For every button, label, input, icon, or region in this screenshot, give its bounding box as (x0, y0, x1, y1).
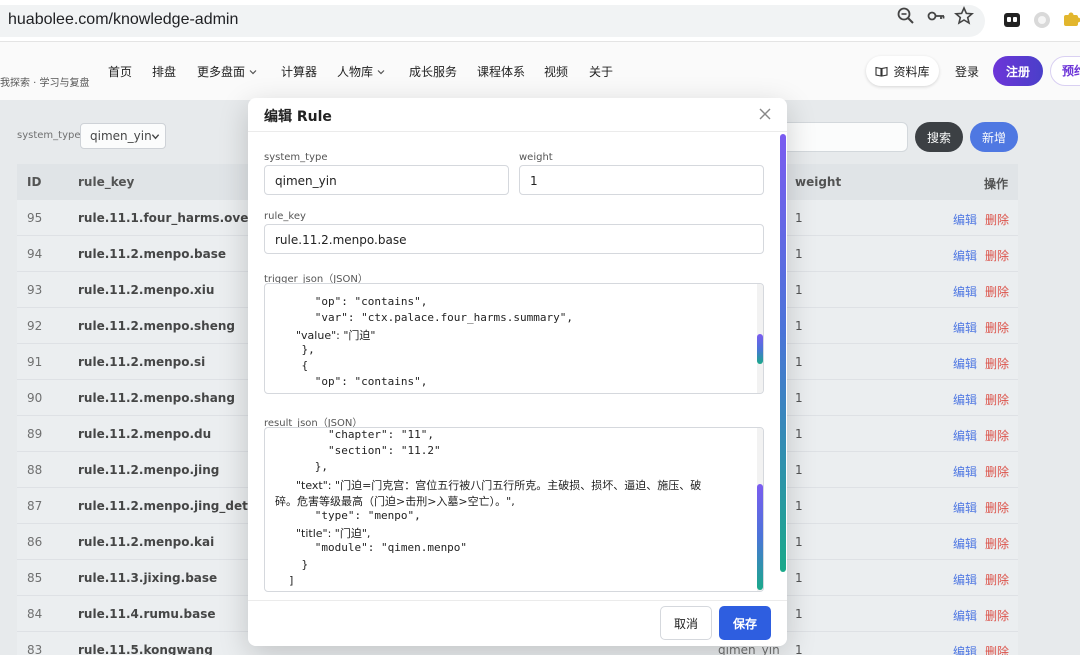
code-line: "section": "11.2" (275, 444, 441, 458)
book-button[interactable]: 预约 (1050, 56, 1080, 86)
save-button[interactable]: 保存 (719, 606, 771, 640)
library-button[interactable]: 资料库 (866, 56, 939, 86)
code-line: "chapter": "11", (275, 428, 434, 441)
close-icon[interactable] (757, 106, 773, 122)
nav-home[interactable]: 首页 (108, 63, 132, 80)
trigger-json-scroll-thumb[interactable] (757, 334, 763, 364)
brand-subtitle: 我探索 · 学习与复盘 (0, 78, 90, 89)
modal-header: 编辑 Rule (248, 98, 787, 132)
code-line: }, (275, 343, 315, 356)
code-line: "type": "menpo", (275, 509, 421, 522)
nav-courses[interactable]: 课程体系 (477, 63, 525, 80)
cancel-button[interactable]: 取消 (660, 606, 712, 640)
code-line: { (275, 359, 309, 372)
code-line: }, (275, 460, 328, 474)
login-link[interactable]: 登录 (955, 63, 979, 80)
nav-about[interactable]: 关于 (589, 63, 613, 80)
rule-key-label: rule_key (264, 211, 306, 222)
star-icon[interactable] (954, 6, 974, 26)
url-text: huabolee.com/knowledge-admin (8, 11, 239, 28)
code-line: "title": "门迫", (275, 527, 371, 541)
code-line: ] (275, 573, 295, 587)
extension-puzzle-icon[interactable] (1062, 10, 1080, 30)
system-type-label: system_type (264, 152, 328, 163)
extension-circle-icon[interactable] (1032, 10, 1052, 30)
register-button[interactable]: 注册 (993, 56, 1043, 86)
book-icon (875, 66, 889, 77)
chevron-down-icon (249, 70, 257, 75)
modal-title: 编辑 Rule (264, 109, 332, 125)
modal-footer: 取消 保存 (248, 600, 787, 646)
code-line: 碎。危害等级最高（门迫>击刑>入墓>空亡）。", (275, 494, 515, 508)
code-line: "text": "门迫=门克宫：宫位五行被八门五行所克。主破损、损坏、逼迫、施压… (275, 478, 702, 492)
library-button-label: 资料库 (893, 64, 930, 79)
code-line: "module": "qimen.menpo" (275, 541, 468, 555)
edit-rule-modal: 编辑 Rule system_type qimen_yin weight 1 r… (248, 98, 787, 646)
result-json-editor[interactable]: "chapter": "11", "section": "11.2" }, "t… (264, 427, 764, 592)
extension-ghost-icon[interactable] (1002, 10, 1022, 30)
nav-people-label: 人物库 (337, 65, 374, 79)
code-line: "value": "门迫" (275, 329, 376, 342)
result-json-scrollbar[interactable] (757, 428, 763, 591)
nav-growth[interactable]: 成长服务 (409, 63, 457, 80)
trigger-json-editor[interactable]: ` "op": "contains", "var": "ctx.palace.f… (264, 283, 764, 394)
nav-videos[interactable]: 视频 (544, 63, 568, 80)
nav-calculator[interactable]: 计算器 (281, 63, 317, 80)
rule-key-field[interactable]: rule.11.2.menpo.base (264, 224, 764, 254)
browser-toolbar: huabolee.com/knowledge-admin (0, 0, 1080, 42)
weight-field[interactable]: 1 (519, 165, 764, 195)
nav-more-boards[interactable]: 更多盘面 (197, 63, 258, 80)
code-line: } (275, 590, 282, 591)
weight-label: weight (519, 152, 553, 163)
nav-people[interactable]: 人物库 (337, 63, 386, 80)
modal-scrollbar[interactable] (779, 132, 787, 600)
result-json-scroll-thumb[interactable] (757, 484, 763, 590)
zoom-icon[interactable] (896, 6, 916, 26)
key-icon[interactable] (926, 6, 946, 26)
code-line: "var": "ctx.palace.four_harms.summary", (275, 311, 574, 324)
code-line: "op": "contains", (275, 295, 428, 308)
address-bar[interactable]: huabolee.com/knowledge-admin (0, 5, 985, 37)
trigger-json-scrollbar[interactable] (757, 284, 763, 393)
code-line: "op": "contains", (275, 375, 428, 388)
code-line: "var": "ctx.palace.four_harms.details", (275, 391, 573, 393)
code-line: } (275, 557, 309, 571)
nav-paipan[interactable]: 排盘 (152, 63, 176, 80)
modal-scroll-thumb[interactable] (780, 134, 786, 572)
code-line: ` (275, 283, 322, 292)
chevron-down-icon (377, 70, 385, 75)
system-type-field[interactable]: qimen_yin (264, 165, 509, 195)
nav-more-boards-label: 更多盘面 (197, 65, 246, 79)
